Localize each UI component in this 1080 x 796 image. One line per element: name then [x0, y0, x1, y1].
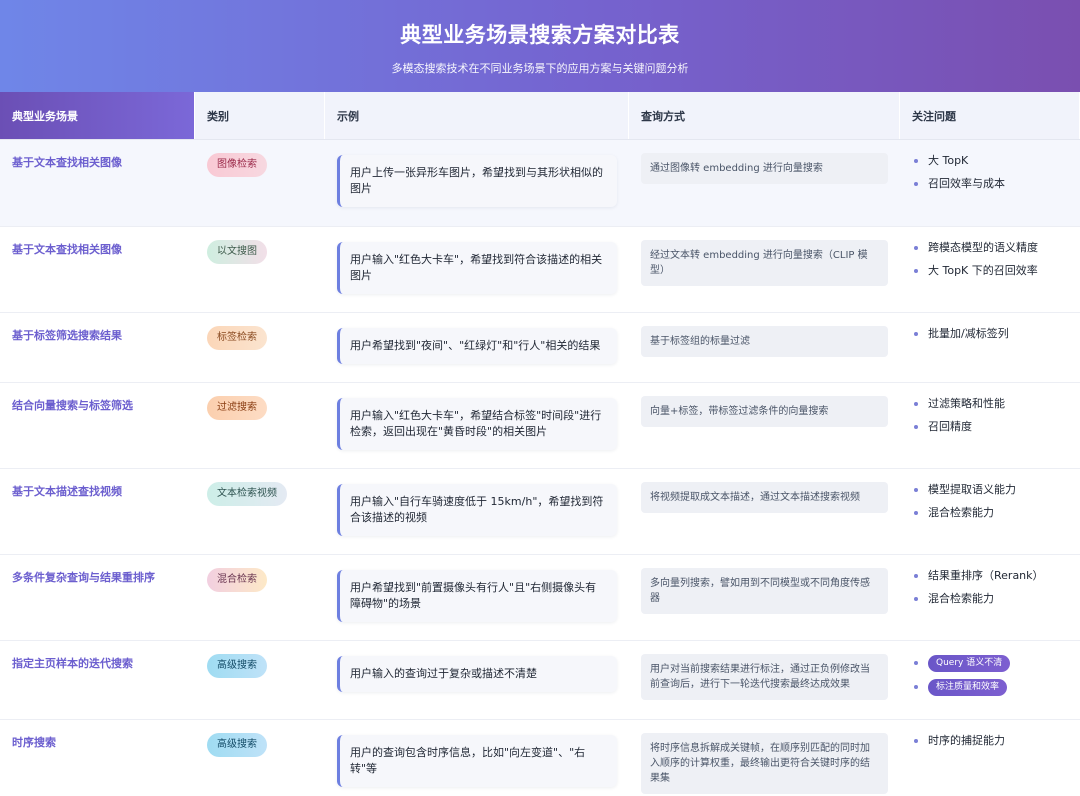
focus-list: 模型提取语义能力 混合检索能力: [900, 469, 1080, 520]
table-row: 基于文本查找相关图像 图像检索 用户上传一张异形车图片，希望找到与其形状相似的图…: [0, 140, 1080, 227]
example-text: 用户输入"红色大卡车"，希望找到符合该描述的相关图片: [337, 242, 617, 294]
scene-label: 基于标签筛选搜索结果: [12, 329, 122, 342]
table-row: 基于文本查找相关图像 以文搜图 用户输入"红色大卡车"，希望找到符合该描述的相关…: [0, 227, 1080, 313]
focus-item: 模型提取语义能力: [914, 483, 1080, 497]
query-method: 将时序信息拆解成关键帧，在顺序别匹配的同时加入顺序的计算权重，最终输出更符合关键…: [641, 733, 888, 794]
scene-label: 基于文本查找相关图像: [12, 243, 122, 256]
focus-list: 时序的捕捉能力: [900, 720, 1080, 748]
category-tag: 以文搜图: [207, 240, 267, 264]
table-row: 基于文本描述查找视频 文本检索视频 用户输入"自行车骑速度低于 15km/h"，…: [0, 469, 1080, 555]
query-method: 基于标签组的标量过滤: [641, 326, 888, 357]
focus-item: 召回效率与成本: [914, 177, 1080, 191]
example-text: 用户希望找到"前置摄像头有行人"且"右侧摄像头有障碍物"的场景: [337, 570, 617, 622]
table-row: 基于标签筛选搜索结果 标签检索 用户希望找到"夜间"、"红绿灯"和"行人"相关的…: [0, 313, 1080, 383]
focus-item: 标注质量和效率: [914, 679, 1080, 696]
category-tag: 混合检索: [207, 568, 267, 592]
focus-item: 大 TopK: [914, 154, 1080, 168]
column-header-focus: 关注问题: [900, 92, 1080, 139]
query-method: 经过文本转 embedding 进行向量搜索（CLIP 模型）: [641, 240, 888, 286]
focus-list: Query 语义不清 标注质量和效率: [900, 641, 1080, 696]
scene-label: 基于文本查找相关图像: [12, 156, 122, 169]
page-subtitle: 多模态搜索技术在不同业务场景下的应用方案与关键问题分析: [391, 62, 689, 75]
focus-list: 过滤策略和性能 召回精度: [900, 383, 1080, 434]
example-text: 用户输入"自行车骑速度低于 15km/h"，希望找到符合该描述的视频: [337, 484, 617, 536]
focus-pill: Query 语义不清: [928, 655, 1011, 672]
table-row: 时序搜索 高级搜索 用户的查询包含时序信息，比如"向左变道"、"右转"等 将时序…: [0, 720, 1080, 796]
table-row: 多条件复杂查询与结果重排序 混合检索 用户希望找到"前置摄像头有行人"且"右侧摄…: [0, 555, 1080, 641]
table-header: 典型业务场景 类别 示例 查询方式 关注问题: [0, 92, 1080, 140]
focus-item: 跨模态模型的语义精度: [914, 241, 1080, 255]
scene-label: 指定主页样本的迭代搜索: [12, 657, 133, 670]
example-text: 用户输入"红色大卡车"，希望结合标签"时间段"进行检索，返回出现在"黄昏时段"的…: [337, 398, 617, 450]
category-tag: 图像检索: [207, 153, 267, 177]
focus-item: 结果重排序（Rerank）: [914, 569, 1080, 583]
query-method: 通过图像转 embedding 进行向量搜索: [641, 153, 888, 184]
focus-item: 过滤策略和性能: [914, 397, 1080, 411]
focus-pill: 标注质量和效率: [928, 679, 1008, 696]
scene-label: 时序搜索: [12, 736, 56, 749]
query-method: 向量+标签，带标签过滤条件的向量搜索: [641, 396, 888, 427]
query-method: 用户对当前搜索结果进行标注，通过正负例修改当前查询后，进行下一轮迭代搜索最终达成…: [641, 654, 888, 700]
focus-item: Query 语义不清: [914, 655, 1080, 672]
table-row: 结合向量搜索与标签筛选 过滤搜索 用户输入"红色大卡车"，希望结合标签"时间段"…: [0, 383, 1080, 469]
focus-item: 批量加/减标签列: [914, 327, 1080, 341]
scene-label: 结合向量搜索与标签筛选: [12, 399, 133, 412]
category-tag: 标签检索: [207, 326, 267, 350]
table-row: 指定主页样本的迭代搜索 高级搜索 用户输入的查询过于复杂或描述不清楚 用户对当前…: [0, 641, 1080, 720]
column-header-query: 查询方式: [629, 92, 900, 139]
page-title: 典型业务场景搜索方案对比表: [400, 23, 680, 47]
query-method: 将视频提取成文本描述，通过文本描述搜索视频: [641, 482, 888, 513]
scene-label: 基于文本描述查找视频: [12, 485, 122, 498]
category-tag: 过滤搜索: [207, 396, 267, 420]
focus-list: 结果重排序（Rerank） 混合检索能力: [900, 555, 1080, 606]
category-tag: 文本检索视频: [207, 482, 287, 506]
header-banner: 典型业务场景搜索方案对比表 多模态搜索技术在不同业务场景下的应用方案与关键问题分…: [0, 0, 1080, 92]
query-method: 多向量列搜索，譬如用到不同模型或不同角度传感器: [641, 568, 888, 614]
example-text: 用户的查询包含时序信息，比如"向左变道"、"右转"等: [337, 735, 617, 787]
focus-item: 时序的捕捉能力: [914, 734, 1080, 748]
focus-list: 批量加/减标签列: [900, 313, 1080, 341]
example-text: 用户输入的查询过于复杂或描述不清楚: [337, 656, 617, 692]
focus-item: 混合检索能力: [914, 506, 1080, 520]
example-text: 用户上传一张异形车图片，希望找到与其形状相似的图片: [337, 155, 617, 207]
column-header-scene: 典型业务场景: [0, 92, 195, 139]
example-text: 用户希望找到"夜间"、"红绿灯"和"行人"相关的结果: [337, 328, 617, 364]
scene-label: 多条件复杂查询与结果重排序: [12, 571, 155, 584]
focus-list: 跨模态模型的语义精度 大 TopK 下的召回效率: [900, 227, 1080, 278]
focus-item: 混合检索能力: [914, 592, 1080, 606]
focus-item: 大 TopK 下的召回效率: [914, 264, 1080, 278]
column-header-category: 类别: [195, 92, 325, 139]
category-tag: 高级搜索: [207, 733, 267, 757]
column-header-example: 示例: [325, 92, 629, 139]
category-tag: 高级搜索: [207, 654, 267, 678]
focus-list: 大 TopK 召回效率与成本: [900, 140, 1080, 191]
focus-item: 召回精度: [914, 420, 1080, 434]
